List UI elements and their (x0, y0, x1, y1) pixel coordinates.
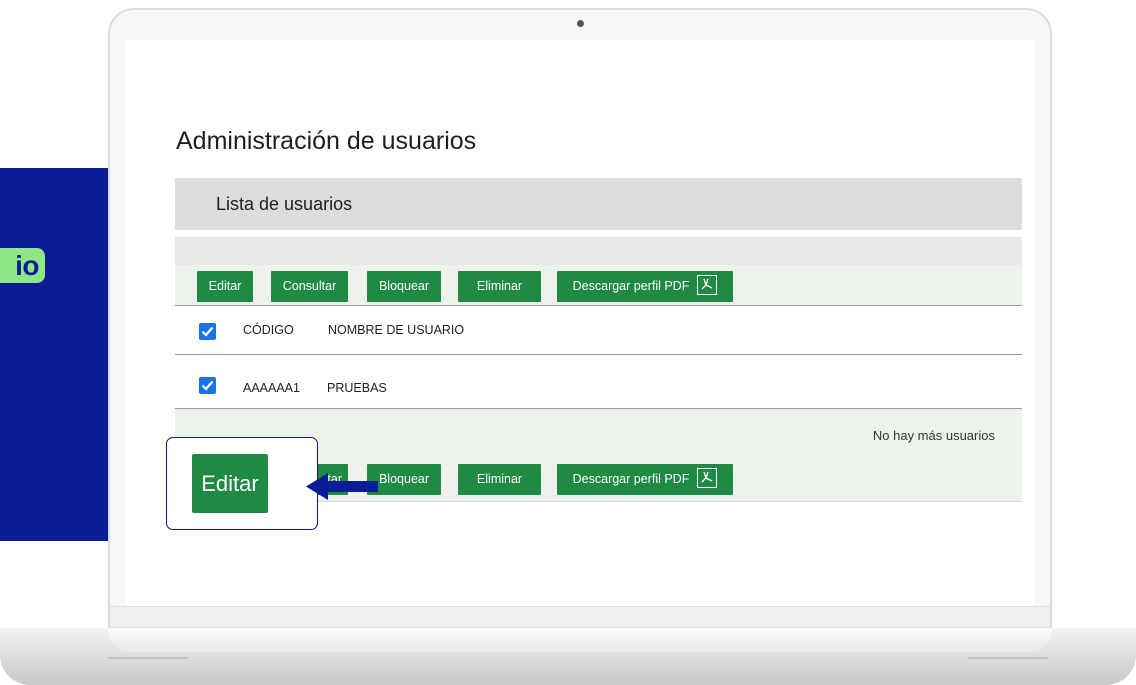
row-code: AAAAAA1 (243, 381, 300, 395)
row-username: PRUEBAS (327, 381, 387, 395)
pdf-icon (697, 274, 718, 295)
column-header-code: CÓDIGO (243, 323, 294, 337)
base-line-left (108, 657, 188, 659)
side-banner (0, 168, 108, 541)
row-checkbox[interactable] (199, 377, 216, 394)
pointer-arrow-icon (306, 473, 378, 500)
download-pdf-button-bottom[interactable]: Descargar perfil PDF (557, 464, 733, 495)
edit-button-highlight[interactable]: Editar (192, 454, 268, 513)
no-more-users-text: No hay más usuarios (872, 428, 995, 443)
download-pdf-button[interactable]: Descargar perfil PDF (557, 271, 733, 302)
pdf-icon (697, 467, 718, 488)
download-pdf-label: Descargar perfil PDF (572, 279, 690, 293)
consult-button[interactable]: Consultar (271, 271, 348, 302)
laptop-chin (110, 606, 1050, 627)
laptop-base-notch (108, 628, 1052, 652)
camera-icon (577, 20, 584, 27)
column-header-username: NOMBRE DE USUARIO (328, 323, 465, 337)
filter-strip (175, 237, 1022, 266)
table-row[interactable]: AAAAAA1 PRUEBAS (175, 355, 1022, 408)
download-pdf-label-bottom: Descargar perfil PDF (572, 472, 690, 486)
side-tag: io (0, 248, 45, 283)
block-button[interactable]: Bloquear (367, 271, 441, 302)
page-title: Administración de usuarios (176, 127, 477, 155)
base-line-right (968, 657, 1048, 659)
side-tag-text: io (15, 250, 39, 281)
list-header-title: Lista de usuarios (216, 194, 353, 214)
delete-button-bottom[interactable]: Eliminar (458, 464, 541, 495)
delete-button[interactable]: Eliminar (458, 271, 541, 302)
list-header: Lista de usuarios (175, 178, 1022, 230)
table-header-row: CÓDIGO NOMBRE DE USUARIO (175, 306, 1022, 355)
select-all-checkbox[interactable] (199, 323, 216, 340)
edit-button[interactable]: Editar (197, 271, 253, 302)
